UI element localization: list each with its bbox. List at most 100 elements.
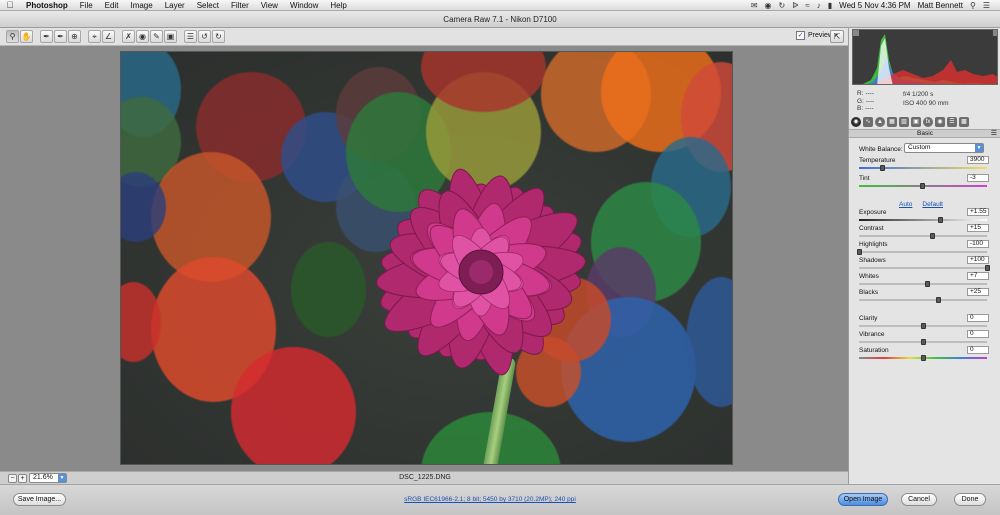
slider-track[interactable]: [859, 167, 987, 169]
crop-tool-icon[interactable]: ⌖: [88, 30, 101, 43]
adjustment-brush-icon[interactable]: ✎: [150, 30, 163, 43]
color-sampler-icon[interactable]: ✒: [54, 30, 67, 43]
sync-icon[interactable]: ↻: [779, 1, 786, 10]
volume-icon[interactable]: ♪: [817, 1, 821, 10]
menu-help[interactable]: Help: [324, 1, 352, 10]
menu-app[interactable]: Photoshop: [20, 1, 74, 10]
snapshots-tab-icon[interactable]: ▩: [959, 117, 969, 127]
slider-value-input[interactable]: +100: [967, 256, 989, 264]
highlight-clip-indicator[interactable]: [993, 30, 998, 36]
slider-exposure[interactable]: Exposure +1.55: [859, 208, 989, 225]
red-eye-icon[interactable]: ◉: [136, 30, 149, 43]
detail-tab-icon[interactable]: ▲: [875, 117, 885, 127]
clock[interactable]: Wed 5 Nov 4:36 PM: [839, 1, 910, 10]
slider-value-input[interactable]: +25: [967, 288, 989, 296]
menu-file[interactable]: File: [74, 1, 99, 10]
wifi-icon[interactable]: ≈: [805, 1, 809, 10]
straighten-tool-icon[interactable]: ∠: [102, 30, 115, 43]
split-toning-tab-icon[interactable]: ▧: [899, 117, 909, 127]
zoom-out-icon[interactable]: −: [8, 474, 17, 483]
open-image-button[interactable]: Open Image: [838, 493, 888, 506]
slider-value-input[interactable]: +7: [967, 272, 989, 280]
list-icon[interactable]: ☰: [983, 1, 990, 10]
slider-handle[interactable]: [936, 297, 942, 303]
bluetooth-icon[interactable]: ᐉ: [792, 1, 798, 10]
slider-blacks[interactable]: Blacks +25: [859, 288, 989, 305]
menu-select[interactable]: Select: [191, 1, 225, 10]
zoom-tool-icon[interactable]: ⚲: [6, 30, 19, 43]
shadow-clip-indicator[interactable]: [853, 30, 859, 36]
effects-tab-icon[interactable]: fx: [923, 117, 933, 127]
apple-menu-icon[interactable]: : [0, 0, 20, 10]
slider-temperature[interactable]: Temperature 3900: [859, 156, 989, 173]
slider-track[interactable]: [859, 299, 987, 301]
fullscreen-icon[interactable]: ⇱: [830, 30, 844, 43]
spot-removal-icon[interactable]: ✗: [122, 30, 135, 43]
hand-tool-icon[interactable]: ✋: [20, 30, 33, 43]
slider-track[interactable]: [859, 251, 987, 253]
slider-handle[interactable]: [921, 339, 926, 345]
menu-window[interactable]: Window: [284, 1, 324, 10]
done-button[interactable]: Done: [954, 493, 986, 506]
slider-track[interactable]: [859, 219, 987, 221]
user-name[interactable]: Matt Bennett: [918, 1, 963, 10]
zoom-in-icon[interactable]: +: [18, 474, 27, 483]
slider-value-input[interactable]: -100: [967, 240, 989, 248]
auto-link[interactable]: Auto: [899, 201, 912, 208]
preview-checkbox[interactable]: ✓: [796, 31, 805, 40]
slider-saturation[interactable]: Saturation 0: [859, 346, 989, 363]
rotate-left-icon[interactable]: ↺: [198, 30, 211, 43]
slider-handle[interactable]: [985, 265, 990, 271]
zoom-level-select[interactable]: 21.6% ▼: [29, 473, 67, 483]
panel-menu-icon[interactable]: ☰: [991, 130, 997, 138]
save-image-button[interactable]: Save Image...: [13, 493, 66, 506]
slider-shadows[interactable]: Shadows +100: [859, 256, 990, 273]
slider-handle[interactable]: [857, 249, 862, 255]
slider-value-input[interactable]: 0: [967, 330, 989, 338]
slider-handle[interactable]: [929, 233, 935, 239]
image-canvas[interactable]: [0, 46, 848, 471]
target-adjustment-icon[interactable]: ⊕: [68, 30, 81, 43]
slider-whites[interactable]: Whites +7: [859, 272, 989, 289]
slider-handle[interactable]: [937, 217, 943, 223]
cancel-button[interactable]: Cancel: [901, 493, 937, 506]
menu-image[interactable]: Image: [124, 1, 158, 10]
slider-track[interactable]: [859, 283, 987, 285]
preferences-icon[interactable]: ☰: [184, 30, 197, 43]
slider-value-input[interactable]: -3: [967, 174, 989, 182]
slider-vibrance[interactable]: Vibrance 0: [859, 330, 989, 347]
camera-icon[interactable]: ◉: [765, 1, 772, 10]
slider-clarity[interactable]: Clarity 0: [859, 314, 989, 331]
default-link[interactable]: Default: [922, 201, 943, 208]
slider-handle[interactable]: [880, 165, 886, 171]
slider-handle[interactable]: [921, 355, 926, 361]
menu-edit[interactable]: Edit: [99, 1, 125, 10]
lens-corrections-tab-icon[interactable]: ▣: [911, 117, 921, 127]
slider-handle[interactable]: [921, 323, 926, 329]
slider-highlights[interactable]: Highlights -100: [857, 240, 989, 257]
tone-curve-tab-icon[interactable]: ∿: [863, 117, 873, 127]
menu-view[interactable]: View: [255, 1, 284, 10]
graduated-filter-icon[interactable]: ▣: [164, 30, 177, 43]
photo-preview[interactable]: [120, 51, 733, 465]
slider-handle[interactable]: [924, 281, 930, 287]
white-balance-select[interactable]: Custom ▼: [904, 143, 984, 153]
slider-contrast[interactable]: Contrast +15: [859, 224, 989, 241]
slider-value-input[interactable]: +1.55: [967, 208, 989, 216]
menu-filter[interactable]: Filter: [225, 1, 255, 10]
hsl-tab-icon[interactable]: ▦: [887, 117, 897, 127]
slider-tint[interactable]: Tint -3: [859, 174, 989, 191]
camera-calibration-tab-icon[interactable]: ◉: [935, 117, 945, 127]
slider-value-input[interactable]: 0: [967, 314, 989, 322]
slider-value-input[interactable]: +15: [967, 224, 989, 232]
spotlight-icon[interactable]: ⚲: [970, 1, 976, 10]
slider-handle[interactable]: [919, 183, 925, 189]
slider-track[interactable]: [859, 267, 987, 269]
workflow-options-link[interactable]: sRGB IEC61966-2.1; 8 bit; 5450 by 3710 (…: [360, 496, 620, 503]
slider-value-input[interactable]: 3900: [967, 156, 989, 164]
battery-icon[interactable]: ▮: [828, 1, 832, 10]
rotate-right-icon[interactable]: ↻: [212, 30, 225, 43]
preview-toggle[interactable]: ✓ Preview: [796, 31, 833, 40]
slider-value-input[interactable]: 0: [967, 346, 989, 354]
basic-tab-icon[interactable]: ◉: [851, 117, 861, 127]
